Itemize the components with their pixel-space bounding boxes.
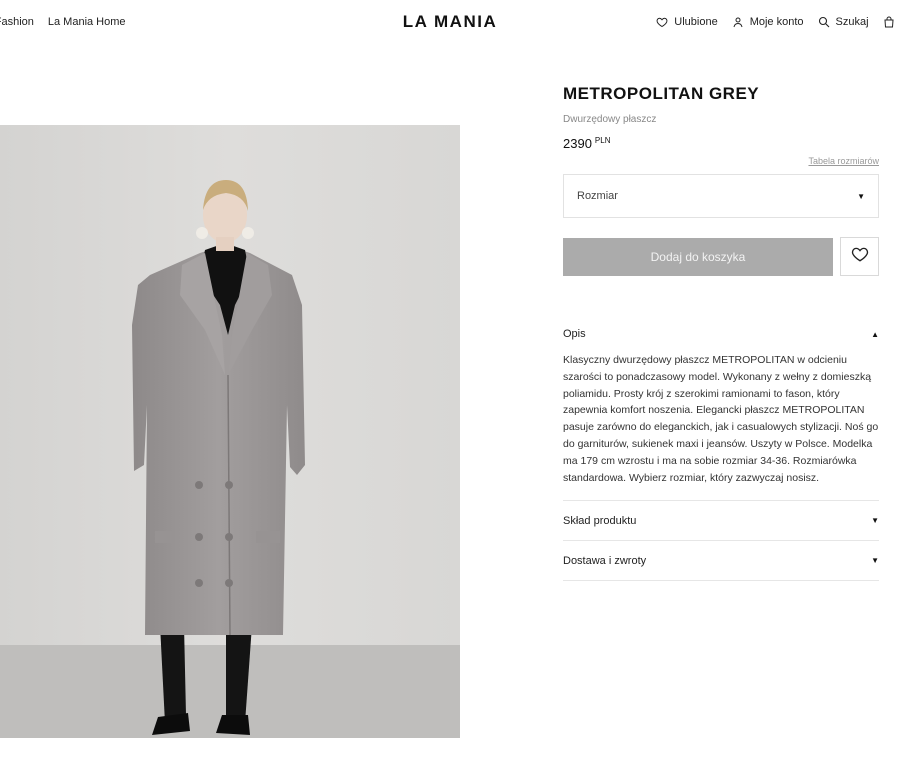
shipping-title: Dostawa i zwroty (563, 554, 647, 567)
nav-right: Ulubione Moje konto Szukaj Ko (656, 16, 900, 28)
shipping-toggle[interactable]: Dostawa i zwroty ▼ (563, 541, 879, 582)
size-chart-link[interactable]: Tabela rozmiarów (808, 156, 879, 166)
nav-search[interactable]: Szukaj (818, 16, 869, 28)
site-header: nia Fashion La Mania Home LA MANIA Ulubi… (0, 0, 900, 48)
caret-down-icon: ▼ (871, 516, 879, 526)
product-price: 2390 (563, 136, 592, 151)
caret-down-icon: ▼ (871, 556, 879, 566)
heart-icon (656, 16, 668, 28)
caret-down-icon: ▼ (857, 191, 865, 201)
product-title: METROPOLITAN GREY (563, 84, 760, 103)
product-accordion: Opis ▲ Klasyczny dwurzędowy płaszcz METR… (563, 316, 879, 582)
description-title: Opis (563, 328, 586, 340)
nav-cart[interactable]: Ko (883, 16, 900, 28)
price-row: 2390 PLN (563, 136, 879, 151)
add-to-wishlist-button[interactable] (840, 237, 879, 276)
add-to-cart-button[interactable]: Dodaj do koszyka (563, 238, 833, 276)
composition-toggle[interactable]: Skład produktu ▼ (563, 501, 879, 542)
description-toggle[interactable]: Opis ▲ (563, 316, 879, 352)
size-select-label: Rozmiar (577, 190, 618, 202)
nav-favorites-label: Ulubione (674, 16, 718, 28)
size-select[interactable]: Rozmiar ▼ (563, 174, 879, 218)
composition-title: Skład produktu (563, 514, 637, 527)
heart-icon (851, 245, 869, 268)
product-subtitle: Dwurzędowy płaszcz (563, 114, 657, 125)
price-currency: PLN (594, 136, 611, 145)
user-icon (732, 16, 744, 28)
nav-search-label: Szukaj (835, 16, 869, 28)
description-text: Klasyczny dwurzędowy płaszcz METROPOLITA… (563, 352, 879, 502)
nav-account[interactable]: Moje konto (732, 16, 804, 28)
bag-icon (883, 16, 895, 28)
search-icon (818, 16, 830, 28)
nav-account-label: Moje konto (749, 16, 804, 28)
product-photo-illustration (0, 125, 460, 738)
nav-favorites[interactable]: Ulubione (656, 16, 718, 28)
caret-up-icon: ▲ (871, 329, 879, 339)
product-image[interactable] (0, 125, 460, 738)
product-info: METROPOLITAN GREY Dwurzędowy płaszcz 239… (563, 84, 879, 582)
